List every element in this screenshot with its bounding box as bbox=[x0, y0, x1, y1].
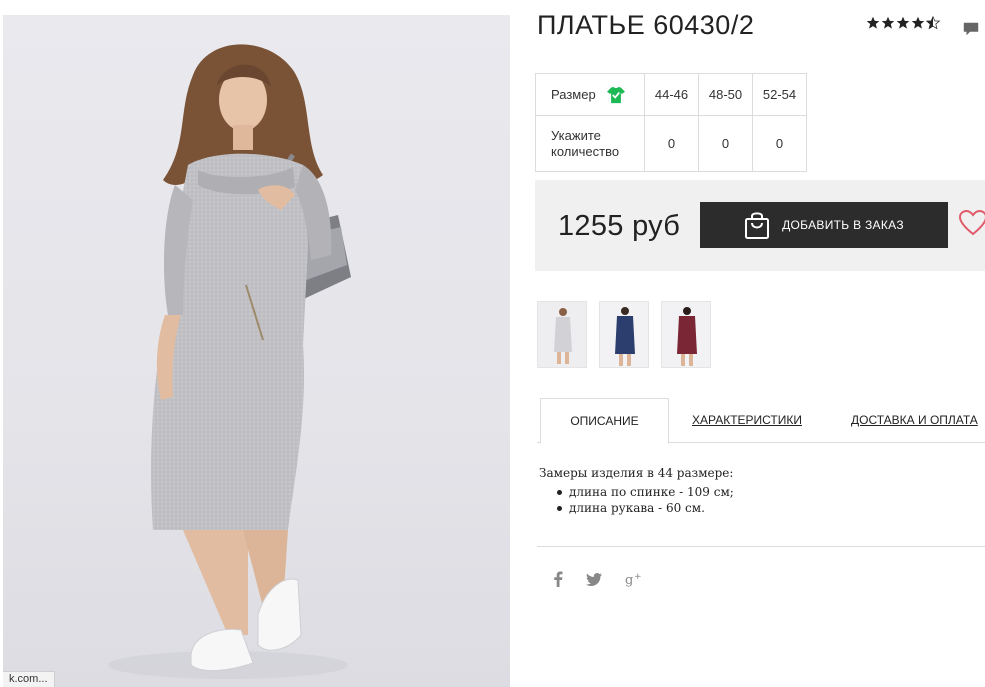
star-full-icon bbox=[866, 16, 880, 29]
shopping-bag-icon bbox=[745, 212, 770, 239]
size-quantity-table: Размер 44-46 48-50 52-54 Укажите количес… bbox=[535, 73, 807, 172]
quantity-input-1[interactable]: 0 bbox=[698, 115, 753, 172]
quantity-row: Укажите количество 0 0 0 bbox=[535, 115, 807, 172]
thumbnail-burgundy-image bbox=[662, 302, 710, 367]
list-item: длина рукава - 60 см. bbox=[555, 500, 734, 516]
add-to-order-label: ДОБАВИТЬ В ЗАКАЗ bbox=[782, 218, 904, 232]
star-half-icon bbox=[926, 16, 940, 30]
description-intro: Замеры изделия в 44 размере: bbox=[539, 466, 734, 480]
product-description: Замеры изделия в 44 размере: длина по сп… bbox=[539, 466, 734, 516]
thumbnail-grey-image bbox=[538, 302, 586, 367]
svg-text:+: + bbox=[634, 572, 642, 582]
thumbnail-navy-image bbox=[600, 302, 648, 367]
size-option-2: 52-54 bbox=[752, 73, 807, 116]
tab-description[interactable]: ОПИСАНИЕ bbox=[540, 398, 669, 444]
color-thumbnails bbox=[537, 301, 723, 368]
size-label: Размер bbox=[551, 87, 596, 102]
size-label-cell: Размер bbox=[535, 73, 645, 116]
quantity-label: Укажите количество bbox=[535, 115, 645, 172]
quantity-input-0[interactable]: 0 bbox=[644, 115, 699, 172]
size-row: Размер 44-46 48-50 52-54 bbox=[535, 73, 807, 116]
thumbnail-navy[interactable] bbox=[599, 301, 649, 368]
divider bbox=[537, 546, 985, 547]
dress-photo-illustration bbox=[108, 44, 351, 679]
product-price: 1255 руб bbox=[558, 210, 681, 242]
svg-text:g: g bbox=[625, 573, 633, 587]
star-full-icon bbox=[896, 16, 910, 29]
add-to-order-button[interactable]: ДОБАВИТЬ В ЗАКАЗ bbox=[700, 202, 948, 248]
thumbnail-grey[interactable] bbox=[537, 301, 587, 368]
quantity-input-2[interactable]: 0 bbox=[752, 115, 807, 172]
size-option-1: 48-50 bbox=[698, 73, 753, 116]
measurements-list: длина по спинке - 109 см; длина рукава -… bbox=[539, 484, 734, 516]
product-image[interactable]: k.com... bbox=[3, 15, 510, 687]
social-share: g + bbox=[553, 571, 666, 587]
star-full-icon bbox=[911, 16, 925, 29]
twitter-icon[interactable] bbox=[586, 572, 602, 586]
price-bar: 1255 руб ДОБАВИТЬ В ЗАКАЗ bbox=[535, 180, 985, 271]
thumbnail-burgundy[interactable] bbox=[661, 301, 711, 368]
star-full-icon bbox=[881, 16, 895, 29]
product-tabs: ОПИСАНИЕ ХАРАКТЕРИСТИКИ ДОСТАВКА И ОПЛАТ… bbox=[537, 398, 985, 444]
comment-icon[interactable] bbox=[962, 20, 980, 38]
product-title: ПЛАТЬЕ 60430/2 bbox=[537, 10, 755, 40]
size-option-0: 44-46 bbox=[644, 73, 699, 116]
browser-status-bar: k.com... bbox=[3, 671, 55, 687]
facebook-icon[interactable] bbox=[553, 571, 563, 587]
tab-characteristics[interactable]: ХАРАКТЕРИСТИКИ bbox=[692, 398, 802, 443]
wishlist-heart-icon[interactable] bbox=[959, 210, 985, 236]
rating-stars[interactable] bbox=[866, 16, 941, 30]
size-chart-shirt-icon[interactable] bbox=[606, 86, 626, 104]
list-item: длина по спинке - 109 см; bbox=[555, 484, 734, 500]
google-plus-icon[interactable]: g + bbox=[625, 571, 643, 587]
tab-delivery-payment[interactable]: ДОСТАВКА И ОПЛАТА bbox=[851, 398, 978, 443]
